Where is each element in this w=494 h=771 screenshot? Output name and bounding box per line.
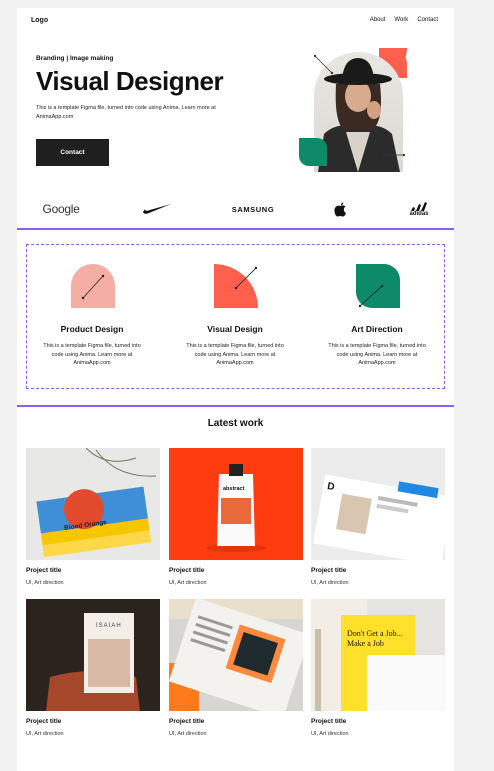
leaf-shape-icon bbox=[356, 264, 400, 308]
arch-shape-icon bbox=[71, 264, 115, 308]
project-subtitle: UI, Art direction bbox=[26, 731, 64, 737]
service-text: This is a template Figma file, turned in… bbox=[43, 343, 141, 366]
google-logo: Google bbox=[42, 202, 80, 216]
nav-link-contact[interactable]: Contact bbox=[417, 17, 438, 23]
nav-link-about[interactable]: About bbox=[370, 17, 386, 23]
project-title[interactable]: Project title bbox=[26, 718, 61, 725]
nike-logo bbox=[140, 198, 174, 220]
product-label-text: abstract bbox=[223, 486, 245, 492]
project-title[interactable]: Project title bbox=[169, 567, 204, 574]
project-thumbnail[interactable]: Don't Get a Job... Make a Job bbox=[311, 599, 445, 711]
hero-artwork bbox=[297, 44, 437, 174]
book-cover-text: Don't Get a Job... Make a Job bbox=[347, 629, 403, 648]
arrow-horizontal-icon bbox=[383, 153, 405, 157]
project-thumbnail[interactable]: ISAIAH bbox=[26, 599, 160, 711]
nav-link-work[interactable]: Work bbox=[394, 17, 408, 23]
contact-button[interactable]: Contact bbox=[36, 139, 109, 166]
service-title: Art Direction bbox=[351, 324, 403, 334]
project-thumbnail[interactable]: D bbox=[311, 448, 445, 560]
page: Logo About Work Contact Branding | Image… bbox=[17, 8, 454, 771]
service-title: Visual Design bbox=[207, 324, 263, 334]
project-thumbnail[interactable]: Blood Orange bbox=[26, 448, 160, 560]
project-thumbnail[interactable] bbox=[169, 599, 303, 711]
quarter-circle-icon bbox=[214, 264, 258, 308]
project-subtitle: UI, Art direction bbox=[169, 580, 207, 586]
project-thumbnail[interactable]: abstract bbox=[169, 448, 303, 560]
book-cover-text: ISAIAH bbox=[96, 623, 122, 629]
brand-logos: Google SAMSUNG adidas bbox=[17, 198, 454, 220]
samsung-logo: SAMSUNG bbox=[231, 204, 275, 214]
hero-eyebrow: Branding | Image making bbox=[36, 55, 114, 62]
project-subtitle: UI, Art direction bbox=[26, 580, 64, 586]
hero-title: Visual Designer bbox=[36, 66, 224, 96]
project-subtitle: UI, Art direction bbox=[311, 731, 349, 737]
green-shape-icon bbox=[299, 138, 327, 166]
project-title[interactable]: Project title bbox=[26, 567, 61, 574]
project-title[interactable]: Project title bbox=[311, 567, 346, 574]
arrow-diagonal-icon bbox=[313, 54, 334, 75]
service-text: This is a template Figma file, turned in… bbox=[328, 343, 426, 366]
project-subtitle: UI, Art direction bbox=[169, 731, 207, 737]
project-subtitle: UI, Art direction bbox=[311, 580, 349, 586]
hero-description: This is a template Figma file, turned in… bbox=[36, 105, 216, 120]
adidas-wordmark: adidas bbox=[409, 210, 429, 217]
adidas-stripes-icon bbox=[411, 201, 427, 211]
service-title: Product Design bbox=[60, 324, 124, 334]
apple-logo-icon bbox=[330, 198, 350, 220]
latest-work-title: Latest work bbox=[207, 418, 264, 429]
adidas-logo: adidas bbox=[405, 198, 433, 220]
top-nav: About Work Contact bbox=[370, 17, 438, 23]
service-text: This is a template Figma file, turned in… bbox=[186, 343, 284, 366]
project-title[interactable]: Project title bbox=[311, 718, 346, 725]
logo[interactable]: Logo bbox=[31, 17, 48, 24]
project-title[interactable]: Project title bbox=[169, 718, 204, 725]
